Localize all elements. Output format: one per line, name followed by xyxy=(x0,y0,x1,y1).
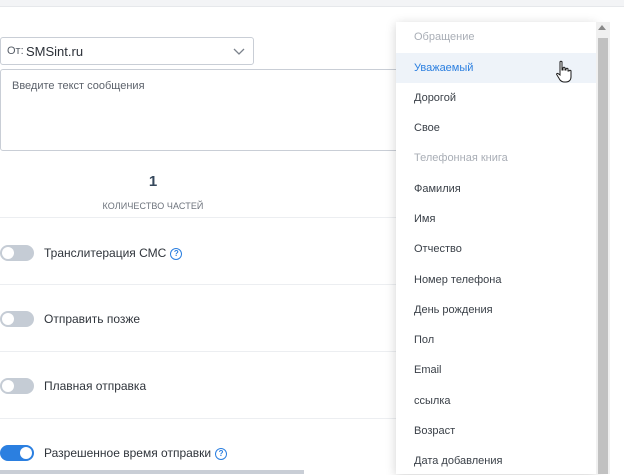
dropdown-item[interactable]: Возраст xyxy=(396,416,596,446)
divider xyxy=(0,418,396,419)
dropdown-group-header: Обращение xyxy=(414,31,475,43)
smooth-send-label: Плавная отправка xyxy=(44,379,147,393)
send-later-toggle[interactable] xyxy=(0,311,34,327)
message-textarea[interactable]: Введите текст сообщения xyxy=(0,69,410,151)
dropdown-item[interactable]: Фамилия xyxy=(396,174,596,204)
toggle-knob xyxy=(2,380,14,392)
dropdown-item[interactable]: Дата добавления xyxy=(396,446,596,474)
dropdown-item[interactable]: День рождения xyxy=(396,295,596,325)
sender-value: SMSint.ru xyxy=(26,44,84,59)
divider xyxy=(0,284,396,285)
dropdown-item[interactable]: ссылка xyxy=(396,386,596,416)
transliteration-label: Транслитерация СМС? xyxy=(44,246,183,260)
sender-prefix: От: xyxy=(7,45,24,57)
chevron-down-icon xyxy=(233,48,245,55)
variable-dropdown: Обращение Уважаемый Дорогой Свое Телефон… xyxy=(396,22,596,474)
dropdown-item[interactable]: Email xyxy=(396,355,596,385)
dropdown-item[interactable]: Дорогой xyxy=(396,83,596,113)
allowed-time-label: Разрешенное время отправки? xyxy=(44,446,228,460)
help-icon[interactable]: ? xyxy=(215,448,228,460)
divider xyxy=(0,217,396,218)
dropdown-group-header: Телефонная книга xyxy=(414,152,508,164)
time-range-field-edge xyxy=(0,470,304,474)
divider xyxy=(0,351,396,352)
scrollbar-thumb[interactable] xyxy=(598,38,608,474)
dropdown-item[interactable]: Номер телефона xyxy=(396,265,596,295)
allowed-time-toggle[interactable] xyxy=(0,445,34,461)
help-icon[interactable]: ? xyxy=(170,248,183,260)
message-placeholder: Введите текст сообщения xyxy=(12,80,145,92)
sender-select[interactable]: От: SMSint.ru xyxy=(0,37,254,65)
parts-count: 1 xyxy=(148,173,158,190)
parts-label: КОЛИЧЕСТВО ЧАСТЕЙ xyxy=(102,201,204,211)
transliteration-toggle[interactable] xyxy=(0,245,34,261)
hand-cursor-icon xyxy=(556,60,572,83)
smooth-send-toggle[interactable] xyxy=(0,378,34,394)
dropdown-item[interactable]: Свое xyxy=(396,113,596,143)
toggle-knob xyxy=(2,313,14,325)
dropdown-item[interactable]: Отчество xyxy=(396,234,596,264)
dropdown-item[interactable]: Имя xyxy=(396,204,596,234)
dropdown-item[interactable]: Пол xyxy=(396,325,596,355)
send-later-label: Отправить позже xyxy=(44,312,141,326)
scroll-up-arrow-icon[interactable] xyxy=(598,25,606,30)
dropdown-scrollbar[interactable] xyxy=(596,22,610,474)
toggle-knob xyxy=(2,247,14,259)
toggle-knob xyxy=(20,447,32,459)
